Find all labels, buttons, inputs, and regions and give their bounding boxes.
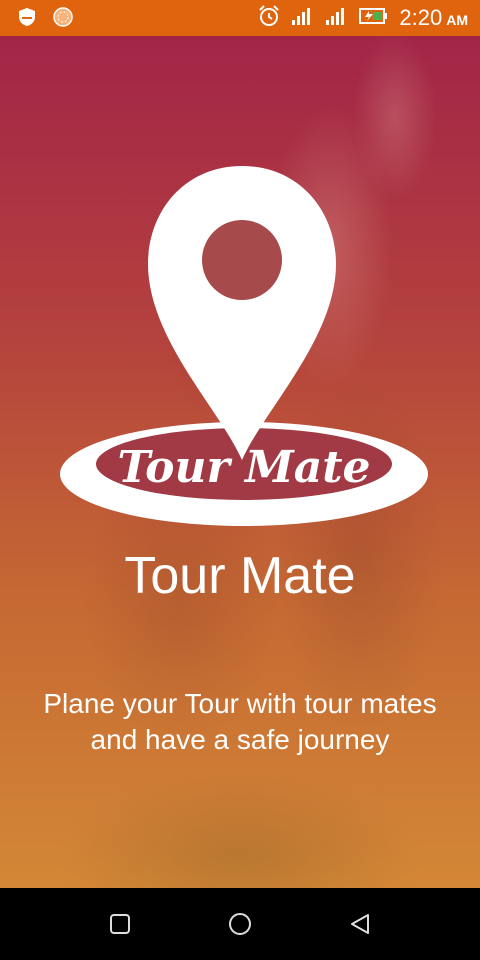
recents-square-icon[interactable]	[108, 912, 132, 936]
signal-icon	[291, 6, 315, 30]
shield-icon	[16, 6, 38, 32]
app-title: Tour Mate	[124, 547, 356, 605]
status-bar: 2:20 AM	[0, 0, 480, 36]
signal-icon-2	[325, 6, 349, 30]
back-triangle-icon[interactable]	[348, 912, 372, 936]
status-bar-left	[16, 6, 74, 32]
logo-text: Tour Mate	[117, 442, 370, 493]
home-circle-icon[interactable]	[228, 912, 252, 936]
battery-charging-icon	[359, 6, 389, 30]
status-bar-right: 2:20 AM	[257, 4, 468, 32]
clock-time: 2:20	[399, 5, 443, 30]
sun-icon	[52, 6, 74, 32]
alarm-icon	[257, 4, 281, 32]
location-pin-logo: Tour Mate	[60, 166, 428, 526]
splash-screen: Tour Mate Tour Mate Plane your Tour with…	[0, 36, 480, 888]
navigation-bar	[0, 888, 480, 960]
tagline: Plane your Tour with tour mates and have…	[43, 688, 437, 755]
clock-ampm: AM	[446, 12, 468, 28]
